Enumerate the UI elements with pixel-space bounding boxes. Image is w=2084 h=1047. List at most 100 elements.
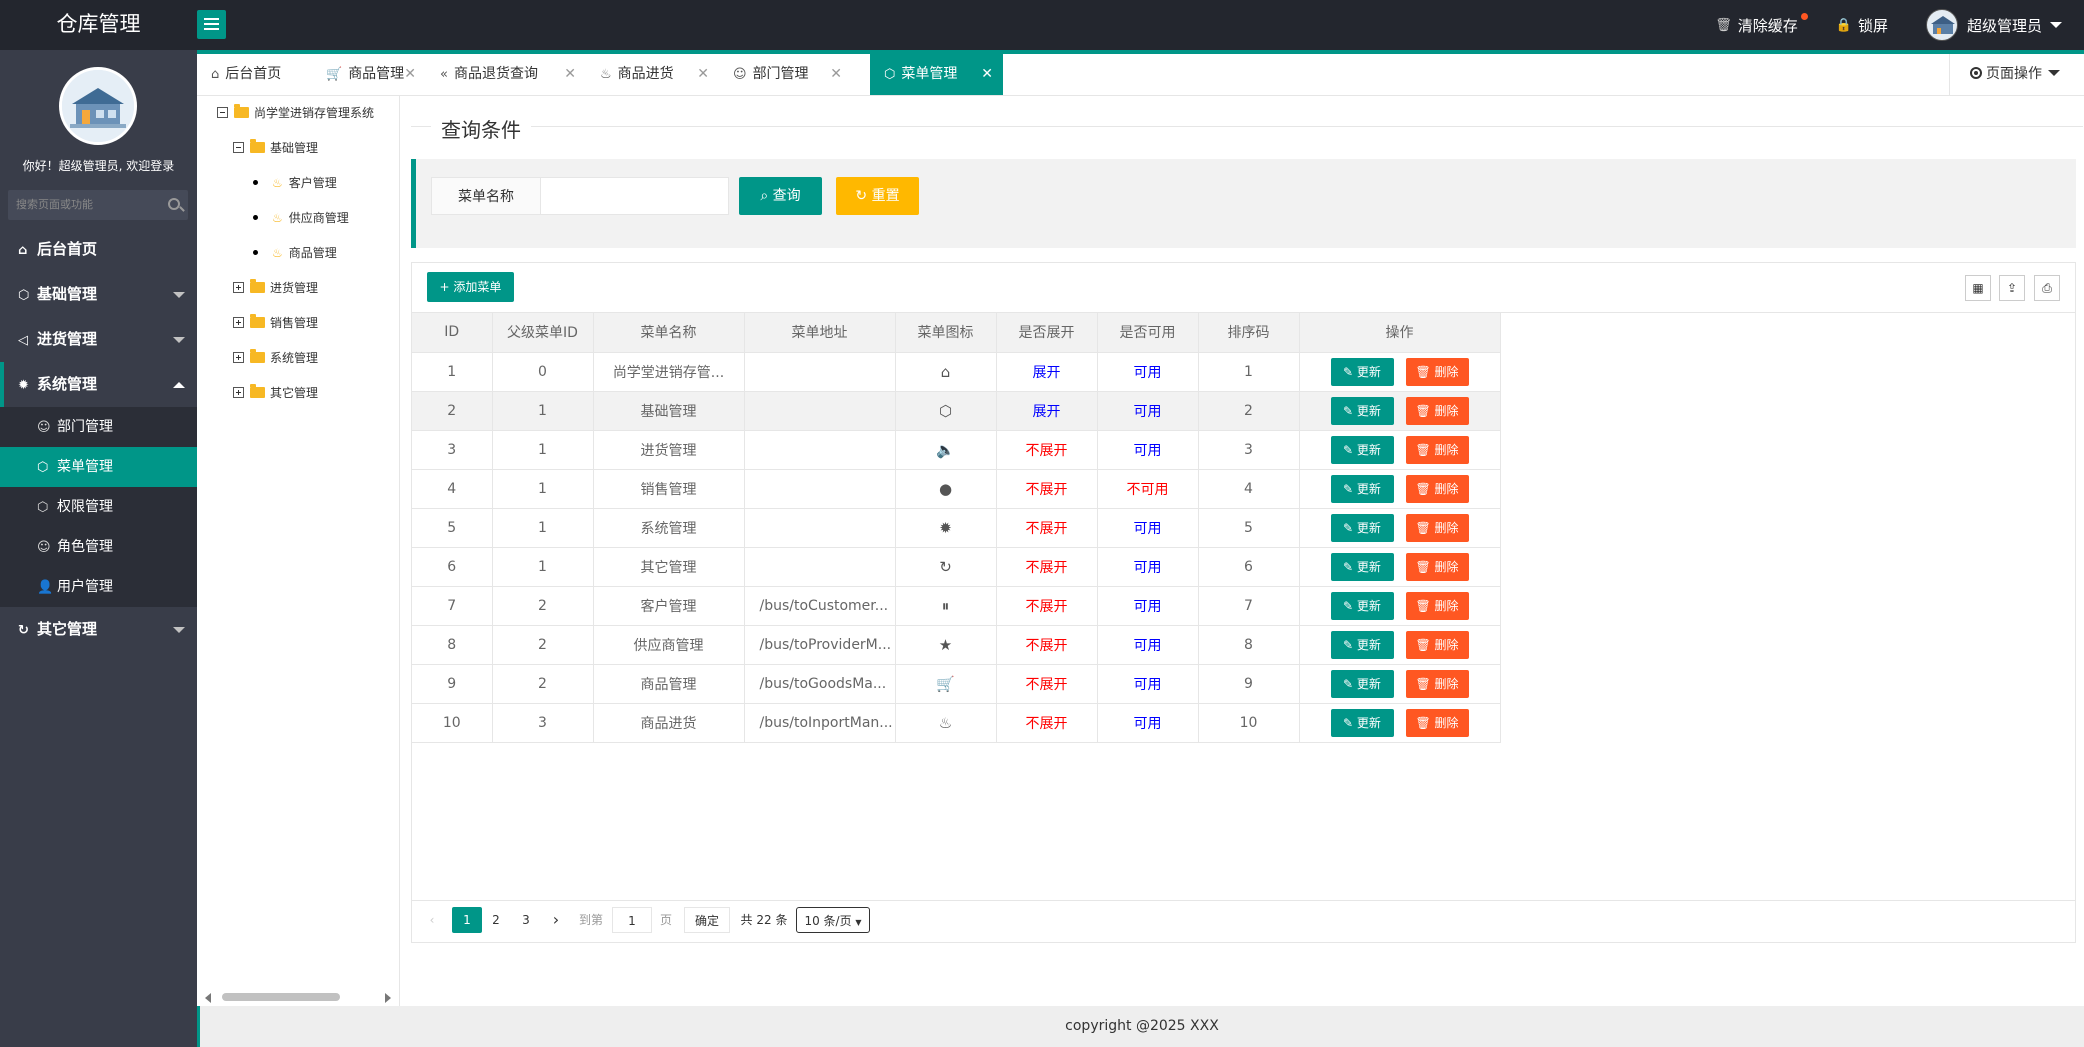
cell-available: 可用: [1097, 703, 1199, 743]
menu-name-input[interactable]: [540, 177, 729, 215]
export-icon[interactable]: ⇪: [1999, 275, 2025, 301]
delete-button[interactable]: 🗑 删除: [1405, 474, 1469, 503]
sidebar-search-input[interactable]: 搜索页面或功能: [8, 190, 188, 220]
close-icon[interactable]: ✕: [981, 54, 993, 95]
col-header-spread: 是否展开: [996, 313, 1098, 353]
cell-id: 4: [412, 469, 493, 509]
sidebar-item-role[interactable]: ☺ 角色管理: [0, 527, 197, 567]
sidebar-item-user[interactable]: 👤 用户管理: [0, 567, 197, 607]
delete-button[interactable]: 🗑 删除: [1405, 552, 1469, 581]
tab-menu[interactable]: ⬡ 菜单管理 ✕: [870, 54, 1003, 95]
sidebar-item-other[interactable]: ↻ 其它管理: [0, 607, 197, 652]
delete-button[interactable]: 🗑 删除: [1405, 513, 1469, 542]
page-number-input[interactable]: 1: [612, 907, 652, 933]
edit-icon: ✎: [1343, 637, 1357, 652]
delete-button[interactable]: 🗑 删除: [1405, 669, 1469, 698]
chevron-down-icon: [173, 292, 185, 298]
delete-button[interactable]: 🗑 删除: [1405, 708, 1469, 737]
close-icon[interactable]: ✕: [697, 54, 709, 95]
cell-spread: 不展开: [996, 430, 1098, 470]
tree-node-customer[interactable]: ♨ 客户管理: [253, 174, 337, 192]
expand-icon[interactable]: [233, 387, 244, 398]
tab-home[interactable]: ⌂ 后台首页: [197, 54, 312, 95]
lock-screen-button[interactable]: 🔒 锁屏: [1836, 15, 1888, 36]
menu-toggle-button[interactable]: [197, 10, 226, 39]
reset-button[interactable]: ↻ 重置: [836, 177, 919, 215]
scroll-left-icon[interactable]: [205, 993, 211, 1003]
expand-icon[interactable]: [233, 352, 244, 363]
tab-goods-inport[interactable]: ♨ 商品进货 ✕: [586, 54, 719, 95]
tree-node-provider[interactable]: ♨ 供应商管理: [253, 209, 349, 227]
tree-node-root[interactable]: 尚学堂进销存管理系统: [217, 104, 374, 122]
chevron-down-icon: [2050, 22, 2062, 28]
cell-menu-icon: ●: [895, 469, 997, 509]
expand-icon[interactable]: [233, 317, 244, 328]
sidebar-item-purchase[interactable]: ◁ 进货管理: [0, 317, 197, 362]
delete-button[interactable]: 🗑 删除: [1405, 357, 1469, 386]
sidebar-item-permission[interactable]: ⬡ 权限管理: [0, 487, 197, 527]
update-button[interactable]: ✎ 更新: [1330, 708, 1394, 737]
tab-department[interactable]: ☺ 部门管理 ✕: [719, 54, 852, 95]
update-button[interactable]: ✎ 更新: [1330, 435, 1394, 464]
per-page-select[interactable]: 10 条/页 ▼: [796, 907, 870, 933]
tree-node-other[interactable]: 其它管理: [233, 384, 318, 402]
table-body: 1 0 尚学堂进销存管... ⌂ 展开 可用 1 ✎ 更新 🗑 删除 2 1 基础管理 ⬡ 展开 可用 2 ✎ …: [412, 352, 1501, 743]
cell-actions: ✎ 更新 🗑 删除: [1299, 664, 1501, 704]
cell-name: 客户管理: [593, 586, 745, 626]
trash-icon: 🗑: [1415, 403, 1435, 418]
sidebar-item-basic[interactable]: ⬡ 基础管理: [0, 272, 197, 317]
cell-id: 3: [412, 430, 493, 470]
scroll-thumb[interactable]: [222, 993, 340, 1001]
tree-node-purchase[interactable]: 进货管理: [233, 279, 318, 297]
update-button[interactable]: ✎ 更新: [1330, 396, 1394, 425]
sidebar-item-department[interactable]: ☺ 部门管理: [0, 407, 197, 447]
tree-node-sales[interactable]: 销售管理: [233, 314, 318, 332]
page-button-1[interactable]: 1: [452, 907, 482, 933]
collapse-icon[interactable]: [233, 142, 244, 153]
print-icon[interactable]: ⎙: [2034, 275, 2060, 301]
page-button-2[interactable]: 2: [484, 907, 508, 933]
update-button[interactable]: ✎ 更新: [1330, 513, 1394, 542]
delete-button[interactable]: 🗑 删除: [1405, 396, 1469, 425]
tree-node-goods[interactable]: ♨ 商品管理: [253, 244, 337, 262]
scroll-right-icon[interactable]: [385, 993, 391, 1003]
chevron-down-icon: ▼: [855, 918, 862, 927]
tab-goods[interactable]: 🛒 商品管理 ✕: [312, 54, 426, 95]
sidebar-item-system[interactable]: ✹ 系统管理: [0, 362, 197, 407]
delete-button[interactable]: 🗑 删除: [1405, 630, 1469, 659]
update-button[interactable]: ✎ 更新: [1330, 630, 1394, 659]
update-button[interactable]: ✎ 更新: [1330, 552, 1394, 581]
update-button[interactable]: ✎ 更新: [1330, 474, 1394, 503]
prev-page-icon[interactable]: ‹: [422, 907, 442, 933]
tab-goods-return[interactable]: «商品退货查询 ✕: [426, 54, 586, 95]
next-page-icon[interactable]: ›: [546, 907, 566, 933]
close-icon[interactable]: ✕: [564, 54, 576, 95]
delete-button[interactable]: 🗑 删除: [1405, 591, 1469, 620]
page-operations-dropdown[interactable]: 页面操作: [1949, 54, 2084, 95]
tree-node-system[interactable]: 系统管理: [233, 349, 318, 367]
close-icon[interactable]: ✕: [404, 54, 416, 95]
clear-cache-button[interactable]: 🗑 清除缓存: [1715, 12, 1808, 36]
cell-order: 8: [1198, 625, 1300, 665]
expand-icon[interactable]: [233, 282, 244, 293]
page-button-3[interactable]: 3: [514, 907, 538, 933]
tree-horizontal-scrollbar[interactable]: [197, 988, 399, 1006]
cell-menu-icon: ♨: [895, 703, 997, 743]
delete-button[interactable]: 🗑 删除: [1405, 435, 1469, 464]
user-menu[interactable]: 超级管理员: [1925, 9, 2062, 41]
cell-url: /bus/toInportMan...: [744, 703, 896, 743]
columns-filter-icon[interactable]: ▦: [1965, 275, 1991, 301]
edit-icon: ✎: [1343, 403, 1357, 418]
add-menu-button[interactable]: + 添加菜单: [427, 272, 514, 302]
cell-url: /bus/toProviderM...: [744, 625, 896, 665]
sidebar-item-home[interactable]: ⌂ 后台首页: [0, 227, 197, 272]
query-button[interactable]: ⌕ 查询: [739, 177, 822, 215]
tree-node-basic[interactable]: 基础管理: [233, 139, 318, 157]
update-button[interactable]: ✎ 更新: [1330, 591, 1394, 620]
update-button[interactable]: ✎ 更新: [1330, 669, 1394, 698]
sidebar-item-menu[interactable]: ⬡ 菜单管理: [0, 447, 197, 487]
close-icon[interactable]: ✕: [830, 54, 842, 95]
collapse-icon[interactable]: [217, 107, 228, 118]
update-button[interactable]: ✎ 更新: [1330, 357, 1394, 386]
goto-confirm-button[interactable]: 确定: [684, 907, 730, 933]
